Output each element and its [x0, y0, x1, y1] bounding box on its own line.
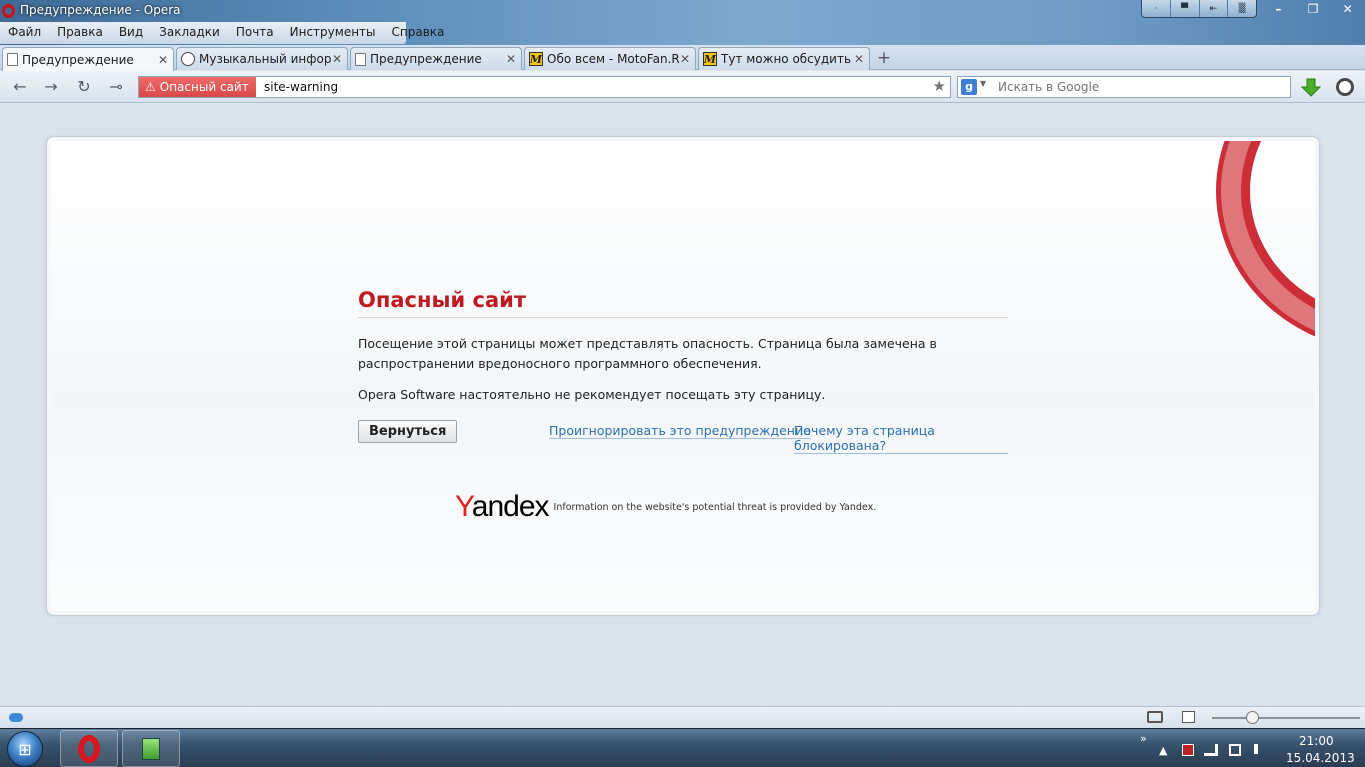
- forward-arrow-icon[interactable]: →: [40, 76, 62, 98]
- panel-buttons: · ▀ ⇤ ▒: [1141, 0, 1257, 18]
- yandex-logo[interactable]: Yandex: [455, 490, 550, 524]
- tab-close-icon[interactable]: ✕: [679, 52, 691, 66]
- window-chrome: Предупреждение - Opera · ▀ ⇤ ▒ – ❐ ✕ Фай…: [0, 0, 1365, 45]
- music-icon: [181, 52, 195, 66]
- menu-file[interactable]: Файл: [0, 22, 49, 44]
- menu-tools[interactable]: Инструменты: [282, 22, 384, 44]
- tab-close-icon[interactable]: ✕: [331, 52, 343, 66]
- bookmark-star-icon[interactable]: ★: [933, 77, 946, 95]
- clock-time[interactable]: 21:00: [1299, 734, 1334, 748]
- tab-label: Обо всем - MotoFan.R...: [547, 52, 679, 66]
- taskbar-opera-button[interactable]: [60, 730, 118, 767]
- tab-label: Предупреждение: [22, 52, 134, 67]
- tab-label: Предупреждение: [370, 52, 482, 66]
- window-controls: – ❐ ✕: [1261, 0, 1365, 18]
- tab-warning-active[interactable]: Предупреждение ✕: [2, 47, 174, 71]
- yandex-attribution: Yandex Information on the website's pote…: [455, 490, 876, 524]
- image-toggle-icon[interactable]: [1182, 711, 1195, 723]
- show-hidden-icons-icon[interactable]: ▲: [1159, 744, 1167, 757]
- motofan-icon: M: [703, 52, 717, 66]
- url-text[interactable]: site-warning: [264, 80, 338, 94]
- windows-taskbar: ⊞ » ▲ 21:00 15.04.2013: [0, 728, 1365, 767]
- google-icon[interactable]: g: [961, 79, 977, 95]
- taskbar-app-button[interactable]: [122, 730, 180, 767]
- power-icon[interactable]: [1229, 744, 1241, 756]
- opera-unite-cloud-icon[interactable]: [9, 713, 23, 722]
- back-arrow-icon[interactable]: ←: [9, 76, 31, 98]
- warning-actions: Вернуться Проигнорировать это предупрежд…: [358, 420, 1008, 454]
- address-bar[interactable]: ⚠ Опасный сайт site-warning ★: [138, 76, 951, 98]
- tab-close-icon[interactable]: ✕: [505, 52, 517, 66]
- zoom-slider-thumb[interactable]: [1246, 711, 1259, 724]
- clock-date[interactable]: 15.04.2013: [1286, 751, 1355, 765]
- tab-music[interactable]: Музыкальный инфор... ✕: [176, 47, 348, 70]
- reload-icon[interactable]: ↻: [73, 76, 95, 98]
- go-back-button[interactable]: Вернуться: [358, 420, 458, 443]
- panel-button-4[interactable]: ▒: [1228, 0, 1256, 17]
- flag-icon[interactable]: [1182, 744, 1194, 756]
- search-box[interactable]: g ▼: [957, 76, 1291, 98]
- danger-site-badge[interactable]: ⚠ Опасный сайт: [139, 77, 256, 97]
- tab-motofan-discuss[interactable]: M Тут можно обсудить р... ✕: [698, 47, 870, 70]
- volume-icon[interactable]: [1254, 744, 1264, 754]
- warning-advice: Opera Software настоятельно не рекоменду…: [358, 387, 826, 402]
- tab-strip: Предупреждение ✕ Музыкальный инфор... ✕ …: [0, 45, 1365, 71]
- menu-view[interactable]: Вид: [111, 22, 151, 44]
- system-tray: » ▲ 21:00 15.04.2013: [1140, 729, 1365, 767]
- page-viewport: Опасный сайт Посещение этой страницы мож…: [0, 104, 1365, 706]
- page-icon: [7, 53, 18, 66]
- warning-triangle-icon: ⚠: [145, 80, 156, 94]
- yandex-logo-rest: andex: [471, 490, 550, 523]
- start-button[interactable]: ⊞: [7, 731, 43, 767]
- download-icon[interactable]: [1301, 78, 1321, 98]
- yandex-note: Information on the website's potential t…: [553, 501, 877, 513]
- search-input[interactable]: [998, 78, 1283, 96]
- network-icon[interactable]: [1204, 744, 1218, 756]
- danger-badge-label: Опасный сайт: [159, 80, 249, 94]
- panel-button-2[interactable]: ▀: [1171, 0, 1200, 17]
- search-engine-dropdown-icon[interactable]: ▼: [980, 79, 986, 88]
- page-icon: [355, 52, 366, 66]
- view-mode-icon[interactable]: [1147, 711, 1163, 723]
- windows-logo-icon: ⊞: [18, 739, 32, 759]
- menu-bookmarks[interactable]: Закладки: [151, 22, 228, 44]
- tab-close-icon[interactable]: ✕: [853, 52, 865, 66]
- opera-logo-icon[interactable]: [2, 4, 15, 18]
- window-title: Предупреждение - Opera: [20, 3, 181, 17]
- tab-warning[interactable]: Предупреждение ✕: [350, 47, 522, 70]
- menu-edit[interactable]: Правка: [49, 22, 111, 44]
- yandex-logo-y: Y: [455, 490, 473, 523]
- panel-button-1[interactable]: ·: [1142, 0, 1171, 17]
- motofan-icon: M: [529, 52, 543, 66]
- minimize-button[interactable]: –: [1261, 0, 1296, 18]
- tab-label: Музыкальный инфор...: [199, 52, 331, 66]
- panel-button-3[interactable]: ⇤: [1200, 0, 1229, 17]
- tab-label: Тут можно обсудить р...: [721, 52, 853, 66]
- menu-mail[interactable]: Почта: [228, 22, 282, 44]
- ignore-warning-link[interactable]: Проигнорировать это предупреждение: [549, 423, 811, 439]
- tray-expand-icon[interactable]: »: [1140, 732, 1147, 745]
- opera-turbo-icon[interactable]: [1336, 78, 1354, 96]
- tab-close-icon[interactable]: ✕: [157, 53, 169, 67]
- opera-icon: [78, 734, 100, 763]
- menu-bar: Файл Правка Вид Закладки Почта Инструмен…: [0, 22, 444, 44]
- close-window-button[interactable]: ✕: [1330, 0, 1365, 18]
- app-icon: [142, 737, 160, 760]
- maximize-button[interactable]: ❐: [1296, 0, 1331, 18]
- why-blocked-link[interactable]: Почему эта страница блокирована?: [794, 423, 1008, 454]
- title-bar[interactable]: Предупреждение - Opera · ▀ ⇤ ▒ – ❐ ✕: [0, 0, 1365, 22]
- status-bar: [0, 706, 1365, 728]
- key-icon[interactable]: ⊸: [105, 76, 127, 98]
- new-tab-button[interactable]: +: [876, 48, 892, 68]
- warning-content: Опасный сайт Посещение этой страницы мож…: [358, 288, 1008, 454]
- warning-description: Посещение этой страницы может представля…: [358, 336, 937, 371]
- zoom-slider-track[interactable]: [1212, 717, 1360, 719]
- warning-title: Опасный сайт: [358, 288, 1008, 318]
- menu-help[interactable]: Справка: [384, 22, 453, 44]
- tab-motofan[interactable]: M Обо всем - MotoFan.R... ✕: [524, 47, 696, 70]
- opera-watermark-highlight: [1221, 141, 1315, 346]
